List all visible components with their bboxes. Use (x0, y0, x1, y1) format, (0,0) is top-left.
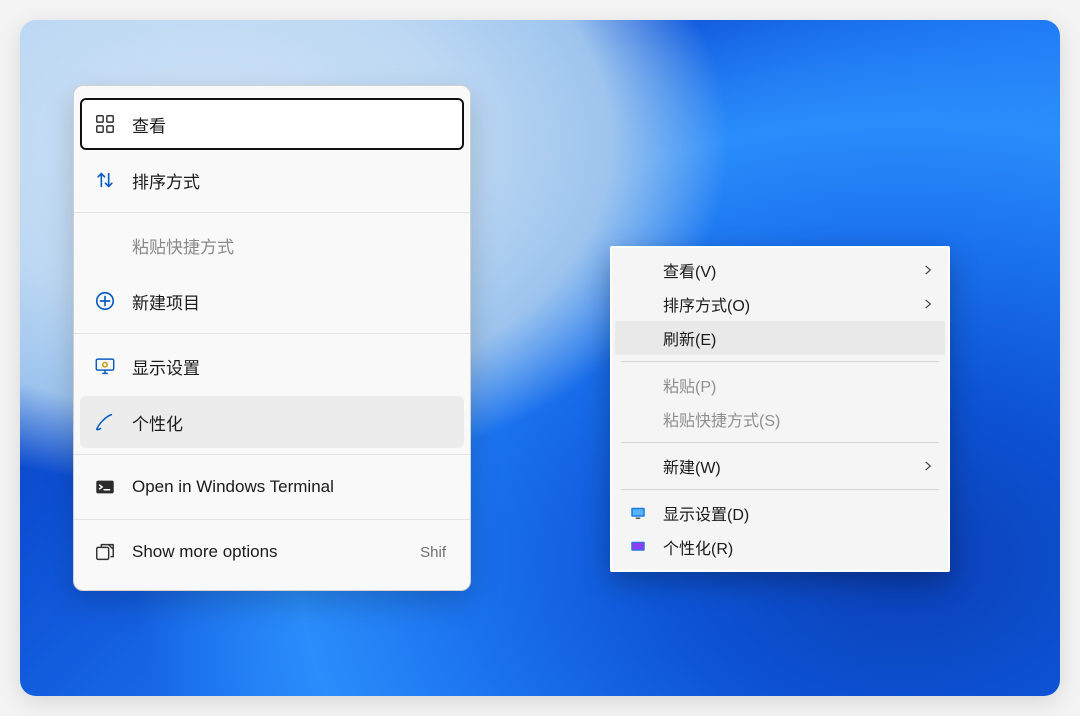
menu-item-label: 新建(W) (653, 454, 917, 478)
menu-item-display-settings[interactable]: 显示设置 (80, 340, 464, 392)
menu-item-label: 查看(V) (653, 258, 917, 282)
display-settings-icon (94, 355, 116, 377)
menu-item-label: 粘贴快捷方式 (132, 233, 446, 258)
separator (621, 442, 939, 443)
terminal-icon (94, 476, 116, 498)
win11-context-menu: 查看 排序方式 粘贴快捷方式 (73, 85, 471, 591)
blank-icon (94, 234, 116, 256)
menu-item-label: 排序方式(O) (653, 292, 917, 316)
sort-icon (94, 169, 116, 191)
menu-item-label: 个性化(R) (653, 535, 917, 559)
submenu-arrow-icon (917, 297, 935, 311)
menu-item-sort[interactable]: 排序方式(O) (615, 287, 945, 321)
menu-item-label: 排序方式 (132, 168, 446, 193)
classic-context-menu: 查看(V) 排序方式(O) 刷新(E) 粘贴(P) 粘贴快捷方式(S) (610, 246, 950, 572)
separator (621, 361, 939, 362)
menu-item-label: Open in Windows Terminal (132, 477, 446, 497)
menu-item-more-options[interactable]: Show more options Shif (80, 526, 464, 578)
plus-circle-icon (94, 290, 116, 312)
menu-item-label: 显示设置 (132, 354, 446, 379)
desktop-wallpaper: 查看 排序方式 粘贴快捷方式 (20, 20, 1060, 696)
menu-item-sort[interactable]: 排序方式 (80, 154, 464, 206)
display-icon (623, 504, 653, 522)
separator (621, 489, 939, 490)
menu-item-label: 个性化 (132, 410, 446, 435)
menu-item-new[interactable]: 新建(W) (615, 449, 945, 483)
menu-item-label: 刷新(E) (653, 326, 917, 350)
menu-item-label: 查看 (132, 112, 446, 137)
menu-item-label: 新建项目 (132, 289, 446, 314)
submenu-arrow-icon (917, 459, 935, 473)
menu-item-view[interactable]: 查看 (80, 98, 464, 150)
personalize-icon (623, 538, 653, 556)
submenu-arrow-icon (917, 263, 935, 277)
menu-item-label: Show more options (132, 542, 404, 562)
menu-item-new[interactable]: 新建项目 (80, 275, 464, 327)
menu-item-paste: 粘贴(P) (615, 368, 945, 402)
menu-item-refresh[interactable]: 刷新(E) (615, 321, 945, 355)
menu-item-display-settings[interactable]: 显示设置(D) (615, 496, 945, 530)
menu-item-terminal[interactable]: Open in Windows Terminal (80, 461, 464, 513)
menu-item-label: 显示设置(D) (653, 501, 917, 525)
menu-item-paste-shortcut: 粘贴快捷方式 (80, 219, 464, 271)
menu-item-personalize[interactable]: 个性化(R) (615, 530, 945, 564)
menu-item-view[interactable]: 查看(V) (615, 253, 945, 287)
menu-item-personalize[interactable]: 个性化 (80, 396, 464, 448)
more-options-icon (94, 541, 116, 563)
personalize-icon (94, 411, 116, 433)
menu-item-label: 粘贴快捷方式(S) (653, 407, 917, 431)
menu-item-label: 粘贴(P) (653, 373, 917, 397)
menu-item-shortcut: Shif (420, 544, 446, 561)
view-icon (94, 113, 116, 135)
menu-item-paste-shortcut: 粘贴快捷方式(S) (615, 402, 945, 436)
